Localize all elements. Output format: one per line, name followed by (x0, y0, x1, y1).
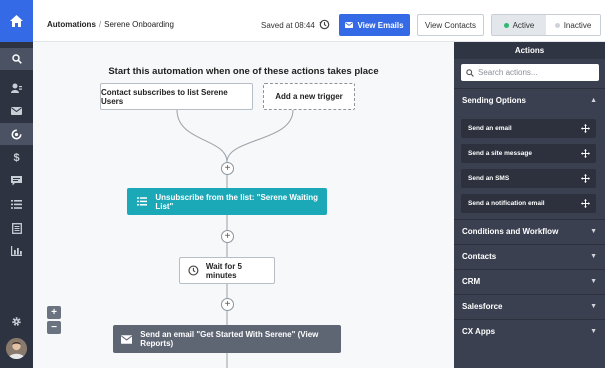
automation-canvas[interactable]: Start this automation when one of these … (33, 42, 454, 368)
user-avatar-icon (6, 338, 27, 359)
search-actions-input[interactable] (478, 68, 588, 77)
section-contacts[interactable]: Contacts ▼ (454, 244, 605, 268)
envelope-icon (121, 334, 133, 344)
breadcrumb-current: Serene Onboarding (104, 20, 174, 29)
dollar-icon: $ (13, 152, 20, 164)
bar-chart-icon (11, 246, 22, 256)
section-label: Sending Options (462, 96, 526, 105)
contacts-icon (11, 83, 22, 93)
action-label: Send a notification email (468, 200, 545, 207)
nav-automations[interactable] (0, 123, 33, 145)
step-wait-label: Wait for 5 minutes (205, 261, 243, 280)
chevron-down-icon: ▼ (590, 228, 597, 235)
breadcrumb: Automations / Serene Onboarding (47, 20, 174, 29)
list-icon (11, 199, 22, 209)
history-button[interactable] (319, 19, 330, 32)
home-button[interactable] (0, 0, 33, 42)
chevron-down-icon: ▼ (590, 253, 597, 260)
chevron-up-icon: ▲ (590, 97, 597, 104)
search-actions[interactable] (461, 64, 599, 81)
inactive-dot-icon (554, 22, 560, 28)
section-salesforce[interactable]: Salesforce ▼ (454, 294, 605, 318)
step-unsubscribe-label: Unsubscribe from the list: "Serene Waiti… (155, 192, 318, 211)
trigger-subscribes[interactable]: Contact subscribes to list Serene Users (100, 83, 253, 110)
zoom-out-button[interactable]: − (47, 321, 61, 334)
nav-search[interactable] (0, 48, 33, 70)
action-send-notification-email[interactable]: Send a notification email (461, 194, 596, 213)
list-icon (137, 197, 148, 206)
clock-icon (188, 265, 199, 276)
active-label: Active (512, 20, 535, 30)
chevron-down-icon: ▼ (590, 303, 597, 310)
envelope-icon (345, 22, 354, 28)
add-step-button[interactable]: + (221, 162, 234, 175)
add-trigger-button[interactable]: Add a new trigger (263, 83, 355, 110)
section-label: Conditions and Workflow (462, 227, 559, 236)
nav-campaigns[interactable] (0, 100, 33, 122)
gear-icon (12, 316, 21, 326)
left-nav: $ (0, 0, 33, 368)
nav-forms[interactable] (0, 217, 33, 239)
home-icon (10, 15, 23, 27)
active-option[interactable]: Active (492, 15, 546, 35)
action-send-email[interactable]: Send an email (461, 119, 596, 138)
status-toggle: Active Inactive (491, 14, 601, 36)
view-contacts-button[interactable]: View Contacts (417, 14, 484, 36)
actions-panel: Actions Sending Options ▲ Send an email … (454, 42, 605, 368)
move-icon (581, 199, 590, 208)
nav-conversations[interactable] (0, 170, 33, 192)
envelope-icon (11, 107, 22, 115)
nav-settings[interactable] (0, 310, 33, 332)
section-conditions-workflow[interactable]: Conditions and Workflow ▼ (454, 219, 605, 243)
inactive-option[interactable]: Inactive (546, 15, 600, 35)
step-send-email[interactable]: Send an email "Get Started With Serene" … (113, 325, 341, 353)
chat-icon (11, 176, 22, 186)
section-label: CX Apps (462, 327, 496, 336)
top-bar: Automations / Serene Onboarding Saved at 0… (33, 0, 605, 42)
nav-lists[interactable] (0, 193, 33, 215)
move-icon (581, 149, 590, 158)
actions-panel-title: Actions (454, 42, 605, 59)
move-icon (581, 174, 590, 183)
chevron-down-icon: ▼ (590, 328, 597, 335)
section-crm[interactable]: CRM ▼ (454, 269, 605, 293)
nav-reports[interactable] (0, 240, 33, 262)
action-send-site-message[interactable]: Send a site message (461, 144, 596, 163)
automations-icon (11, 129, 22, 139)
zoom-in-button[interactable]: + (47, 306, 61, 319)
inactive-label: Inactive (563, 20, 592, 30)
history-icon (319, 19, 330, 30)
section-sending-options[interactable]: Sending Options ▲ (454, 88, 605, 112)
step-unsubscribe[interactable]: Unsubscribe from the list: "Serene Waiti… (127, 188, 327, 215)
active-dot-icon (503, 22, 509, 28)
nav-contacts[interactable] (0, 77, 33, 99)
add-step-button[interactable]: + (221, 230, 234, 243)
action-label: Send an email (468, 125, 512, 132)
action-send-sms[interactable]: Send an SMS (461, 169, 596, 188)
avatar[interactable] (6, 338, 27, 359)
search-icon (11, 54, 22, 64)
step-send-email-label: Send an email "Get Started With Serene" … (140, 330, 319, 348)
section-label: Contacts (462, 252, 497, 261)
saved-status: Saved at 08:44 (261, 21, 315, 30)
view-emails-button[interactable]: View Emails (339, 14, 410, 36)
breadcrumb-separator: / (98, 20, 102, 29)
move-icon (581, 124, 590, 133)
view-emails-label: View Emails (357, 20, 404, 30)
chevron-down-icon: ▼ (590, 278, 597, 285)
section-label: CRM (462, 277, 481, 286)
breadcrumb-automations[interactable]: Automations (47, 20, 96, 29)
step-wait[interactable]: Wait for 5 minutes (179, 257, 275, 284)
canvas-title: Start this automation when one of these … (108, 66, 379, 77)
nav-deals[interactable]: $ (0, 147, 33, 169)
action-label: Send an SMS (468, 175, 510, 182)
section-label: Salesforce (462, 302, 503, 311)
form-icon (11, 222, 22, 234)
section-cx-apps[interactable]: CX Apps ▼ (454, 319, 605, 343)
add-step-button[interactable]: + (221, 298, 234, 311)
search-icon (466, 68, 474, 77)
action-label: Send a site message (468, 150, 532, 157)
